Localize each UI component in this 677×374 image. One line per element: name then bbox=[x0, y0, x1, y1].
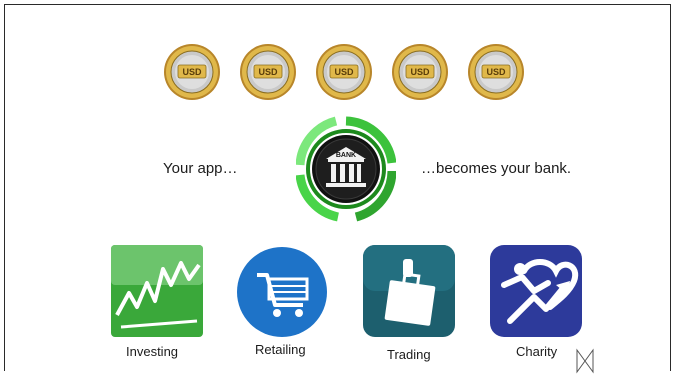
investing-label: Investing bbox=[126, 344, 179, 359]
briefcase-icon bbox=[363, 245, 455, 337]
retailing-label: Retailing bbox=[255, 342, 306, 357]
coin-label: USD bbox=[334, 67, 354, 77]
coin-icon: USD bbox=[316, 44, 372, 100]
trading-app[interactable] bbox=[363, 245, 455, 337]
coin-label: USD bbox=[486, 67, 506, 77]
bank-building-icon: BANK bbox=[295, 116, 397, 222]
coin-icon: USD bbox=[468, 44, 524, 100]
charity-app[interactable] bbox=[490, 245, 582, 337]
investing-app[interactable] bbox=[111, 245, 203, 337]
coin-icon: USD bbox=[240, 44, 296, 100]
usd-coin[interactable]: USD bbox=[163, 43, 221, 101]
app-canvas: USD USD USD USD USD Your app… …becomes y… bbox=[4, 4, 671, 374]
coin-icon: USD bbox=[392, 44, 448, 100]
usd-coin[interactable]: USD bbox=[391, 43, 449, 101]
bowtie-icon bbox=[576, 348, 594, 374]
tagline-left: Your app… bbox=[163, 160, 238, 177]
coin-label: USD bbox=[182, 67, 202, 77]
bank-logo[interactable]: BANK bbox=[295, 115, 397, 225]
coin-label: USD bbox=[410, 67, 430, 77]
usd-coin[interactable]: USD bbox=[467, 43, 525, 101]
usd-coin[interactable]: USD bbox=[239, 43, 297, 101]
charity-label: Charity bbox=[516, 344, 558, 359]
trading-label: Trading bbox=[387, 347, 431, 362]
investing-chart-icon bbox=[111, 245, 203, 337]
shopping-cart-icon bbox=[237, 247, 327, 337]
tagline-right: …becomes your bank. bbox=[421, 160, 572, 177]
coin-icon: USD bbox=[164, 44, 220, 100]
coin-label: USD bbox=[258, 67, 278, 77]
bank-logo-text: BANK bbox=[336, 152, 356, 159]
retailing-app[interactable] bbox=[237, 247, 327, 337]
charity-runner-heart-icon bbox=[490, 245, 582, 337]
usd-coin[interactable]: USD bbox=[315, 43, 373, 101]
